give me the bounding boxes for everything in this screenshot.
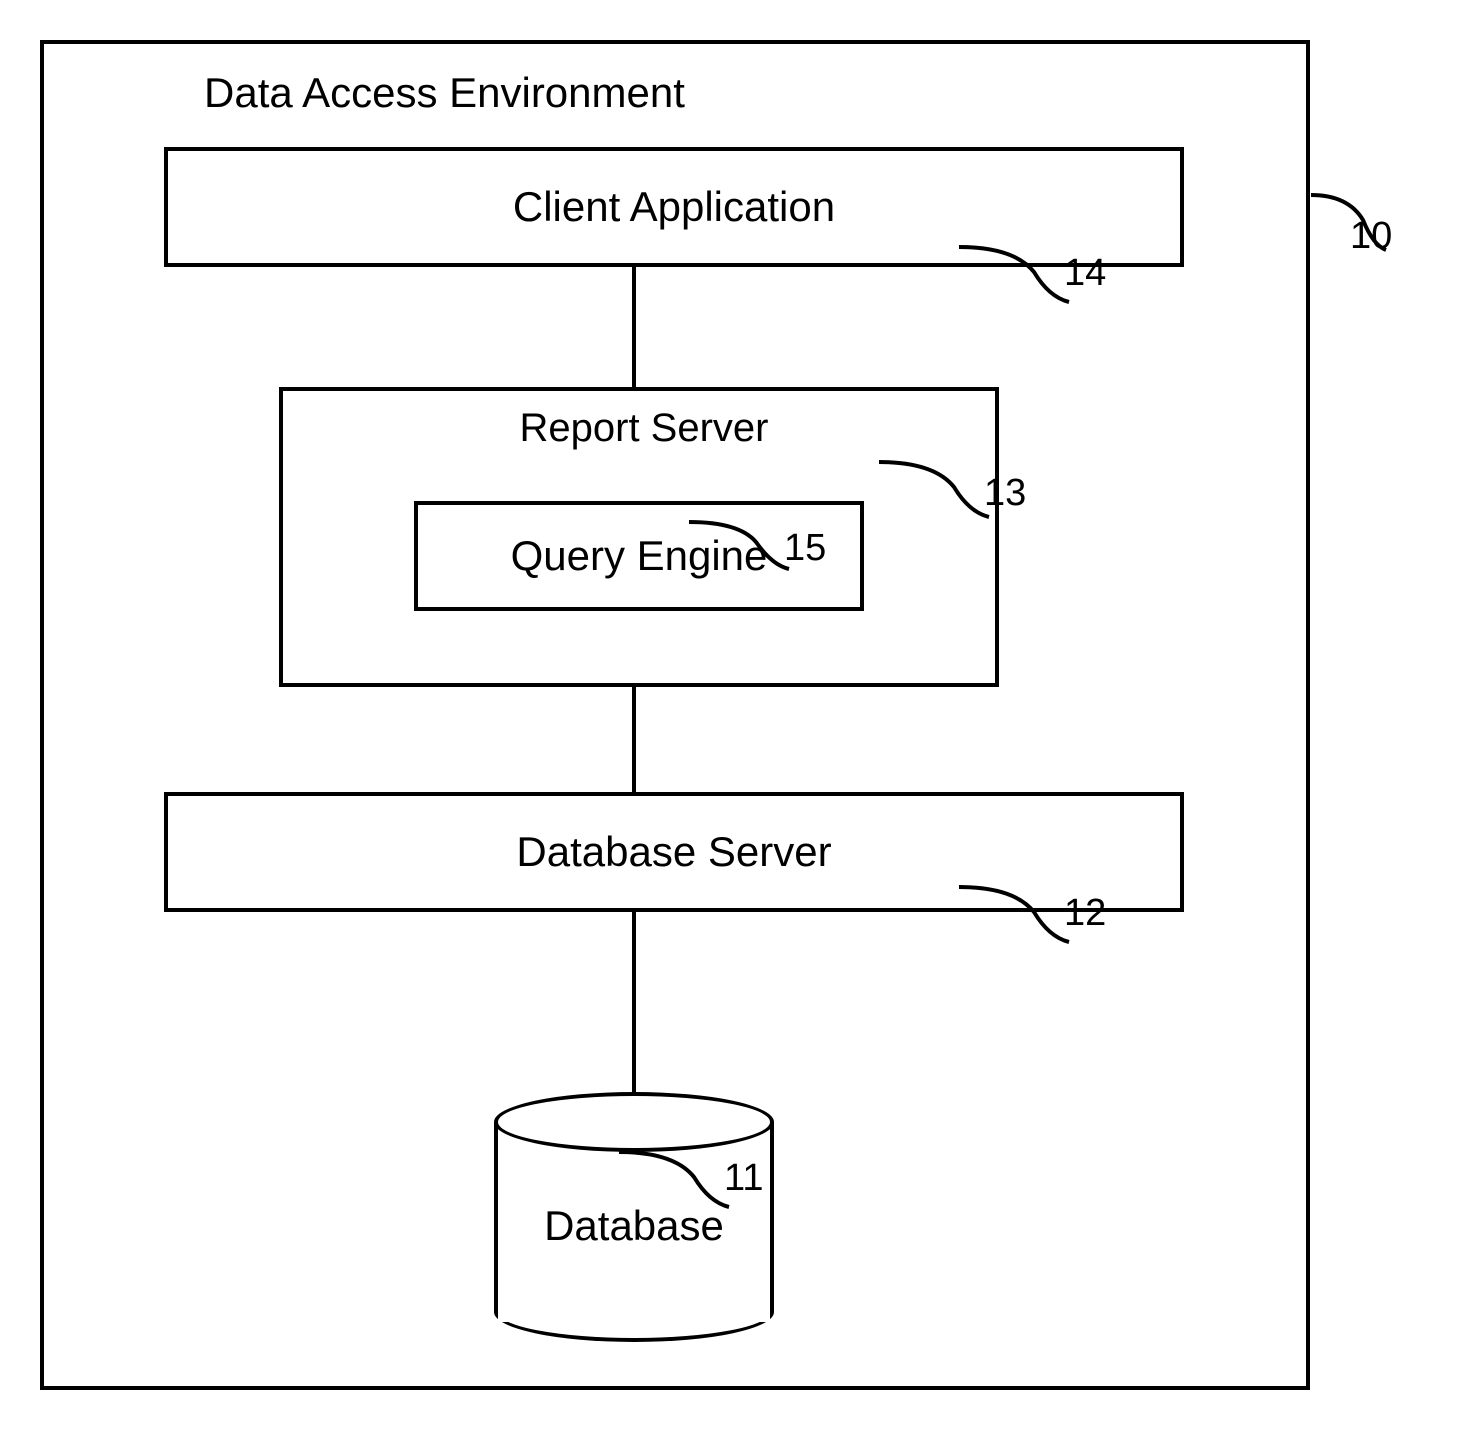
ref-label-13: 13 [984,472,1026,515]
connector-report-to-dbserver [632,687,636,792]
ref-label-11: 11 [724,1157,763,1200]
cylinder-bottom-fill [498,1292,770,1322]
database-server-label: Database Server [516,828,831,876]
client-application-box: Client Application [164,147,1184,267]
cylinder-top [494,1092,774,1152]
report-server-box: Report Server Query Engine [279,387,999,687]
diagram-title: Data Access Environment [204,69,1266,117]
connector-client-to-report [632,267,636,387]
diagram-stack: Client Application Report Server Query E… [84,147,1266,1347]
database-cylinder: Database [494,1092,774,1342]
client-application-label: Client Application [513,183,835,231]
diagram-container: Data Access Environment Client Applicati… [40,40,1440,1390]
ref-label-12: 12 [1064,892,1106,935]
connector-dbserver-to-database [632,912,636,1092]
database-server-box: Database Server [164,792,1184,912]
report-server-label: Report Server [323,406,965,451]
query-engine-label: Query Engine [511,532,768,580]
database-label: Database [494,1202,774,1250]
ref-label-10: 10 [1350,215,1392,258]
ref-label-14: 14 [1064,252,1106,295]
outer-environment-box: Data Access Environment Client Applicati… [40,40,1310,1390]
ref-label-15: 15 [784,527,826,570]
